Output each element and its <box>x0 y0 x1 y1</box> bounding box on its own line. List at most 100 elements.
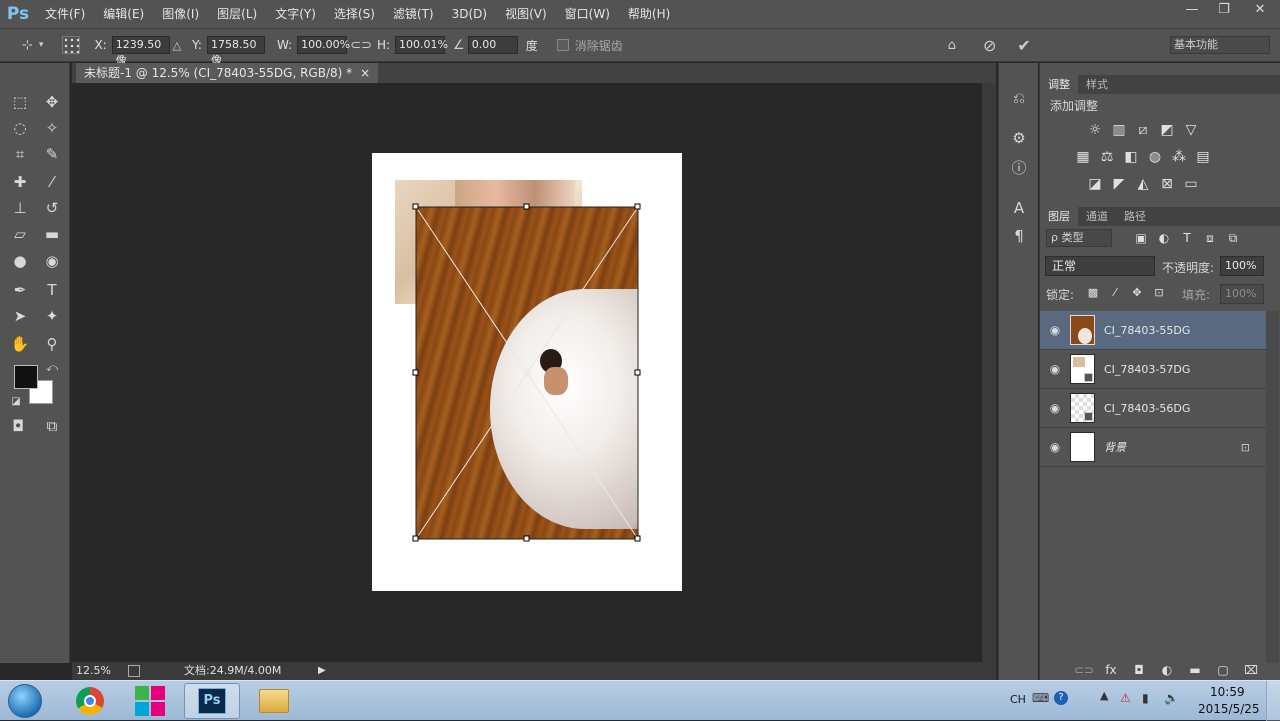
screen-mode-icon[interactable]: ⧉ <box>40 415 64 437</box>
layers-scrollbar[interactable] <box>1266 311 1279 663</box>
healing-icon[interactable]: ✚ <box>8 171 32 193</box>
color-lookup-icon[interactable]: ▤ <box>1194 148 1212 166</box>
commit-transform-icon[interactable]: ✔ <box>1017 36 1030 55</box>
path-select-icon[interactable]: ➤ <box>8 305 32 327</box>
delete-layer-icon[interactable]: ⌧ <box>1242 661 1260 679</box>
layer-style-icon[interactable]: fx <box>1102 661 1120 679</box>
zoom-icon[interactable]: ⚲ <box>40 333 64 355</box>
curves-icon[interactable]: ⧄ <box>1134 121 1152 139</box>
menu-file[interactable]: 文件(F) <box>36 0 94 28</box>
shape-icon[interactable]: ✦ <box>40 305 64 327</box>
explorer-taskbar-icon[interactable] <box>246 683 302 719</box>
canvas-area[interactable] <box>72 83 982 663</box>
lock-position-icon[interactable]: ✥ <box>1128 284 1146 302</box>
dodge-icon[interactable]: ◉ <box>40 250 64 272</box>
crop-icon[interactable]: ⌗ <box>8 143 32 165</box>
workspace-select[interactable]: 基本功能 <box>1170 36 1270 54</box>
filter-type-icon[interactable]: T <box>1178 229 1196 247</box>
link-icon[interactable]: ⊂⊃ <box>350 38 372 53</box>
visibility-eye-icon[interactable]: ◉ <box>1040 401 1070 415</box>
gradient-icon[interactable]: ▬ <box>40 223 64 245</box>
magic-wand-icon[interactable]: ✧ <box>40 117 64 139</box>
menu-window[interactable]: 窗口(W) <box>556 0 619 28</box>
fill-field[interactable]: 100% <box>1220 284 1264 304</box>
eyedropper-icon[interactable]: ✎ <box>40 143 64 165</box>
vibrance-icon[interactable]: ▽ <box>1182 121 1200 139</box>
zoom-level[interactable]: 12.5% <box>76 662 111 680</box>
minimize-button[interactable]: — <box>1176 0 1208 22</box>
menu-help[interactable]: 帮助(H) <box>619 0 679 28</box>
tab-channels[interactable]: 通道 <box>1078 207 1116 226</box>
signal-icon[interactable]: ▮ <box>1142 691 1149 705</box>
pen-icon[interactable]: ✒ <box>8 279 32 301</box>
blur-icon[interactable]: ● <box>8 250 32 272</box>
layer-filter-select[interactable]: ρ 类型 <box>1046 229 1112 247</box>
paragraph-icon[interactable]: ¶ <box>1007 225 1031 247</box>
foreground-color-swatch[interactable] <box>14 365 38 389</box>
gradient-map-icon[interactable]: ⊠ <box>1158 175 1176 193</box>
export-icon[interactable] <box>128 665 140 677</box>
color-balance-icon[interactable]: ⚖ <box>1098 148 1116 166</box>
opacity-field[interactable]: 100% <box>1220 256 1264 276</box>
y-field[interactable]: 1758.50 像 <box>206 36 265 67</box>
brush-icon[interactable]: ⁄ <box>40 171 64 193</box>
tab-layers[interactable]: 图层 <box>1040 207 1078 226</box>
start-button[interactable] <box>8 684 42 718</box>
blend-mode-select[interactable]: 正常 <box>1045 256 1155 276</box>
history-brush-icon[interactable]: ↺ <box>40 197 64 219</box>
new-adjustment-icon[interactable]: ◐ <box>1158 661 1176 679</box>
lock-transparent-icon[interactable]: ▩ <box>1084 284 1102 302</box>
width-field[interactable]: 100.00% <box>297 36 350 54</box>
filter-smart-icon[interactable]: ⧉ <box>1224 229 1242 247</box>
hue-saturation-icon[interactable]: ▦ <box>1074 148 1092 166</box>
show-desktop-button[interactable] <box>1266 681 1280 721</box>
add-mask-icon[interactable]: ◘ <box>1130 661 1148 679</box>
lock-image-icon[interactable]: ⁄ <box>1106 284 1124 302</box>
layer-row-55dg[interactable]: ◉ CI_78403-55DG <box>1040 311 1266 350</box>
menu-3d[interactable]: 3D(D) <box>443 0 496 28</box>
tool-preset-arrow-icon[interactable]: ▾ <box>39 40 44 50</box>
metro-app-taskbar-icon[interactable] <box>122 683 178 719</box>
help-icon[interactable]: ? <box>1054 691 1068 705</box>
properties-icon[interactable]: ⚙ <box>1007 127 1031 149</box>
layer-row-57dg[interactable]: ◉ CI_78403-57DG <box>1040 350 1266 389</box>
character-icon[interactable]: A <box>1007 197 1031 219</box>
transform-tool-icon[interactable]: ⊹ <box>22 38 33 53</box>
keyboard-icon[interactable]: ⌨ <box>1032 691 1049 705</box>
x-field[interactable]: 1239.50 像 <box>111 36 170 67</box>
tab-styles[interactable]: 样式 <box>1078 75 1116 94</box>
exposure-icon[interactable]: ◩ <box>1158 121 1176 139</box>
quick-mask-icon[interactable]: ◘ <box>6 415 30 437</box>
ime-indicator[interactable]: CH <box>1010 693 1026 706</box>
swap-colors-icon[interactable]: ⤺ <box>40 357 64 379</box>
tray-arrow-icon[interactable]: ▲ <box>1100 689 1108 702</box>
chrome-taskbar-icon[interactable] <box>62 683 118 719</box>
photo-filter-icon[interactable]: ◍ <box>1146 148 1164 166</box>
tab-paths[interactable]: 路径 <box>1116 207 1154 226</box>
tab-adjustments[interactable]: 调整 <box>1040 75 1078 94</box>
restore-button[interactable]: ❐ <box>1208 0 1240 22</box>
threshold-icon[interactable]: ◭ <box>1134 175 1152 193</box>
hand-icon[interactable]: ✋ <box>8 333 32 355</box>
channel-mixer-icon[interactable]: ⁂ <box>1170 148 1188 166</box>
network-warning-icon[interactable]: ⚠ <box>1120 691 1131 705</box>
cancel-transform-icon[interactable]: ⊘ <box>983 36 996 55</box>
black-white-icon[interactable]: ◧ <box>1122 148 1140 166</box>
lasso-icon[interactable]: ◌ <box>8 117 32 139</box>
status-menu-arrow-icon[interactable]: ▶ <box>318 662 326 680</box>
selective-color-icon[interactable]: ▭ <box>1182 175 1200 193</box>
clock-time[interactable]: 10:59 <box>1210 685 1245 699</box>
default-colors-icon[interactable]: ◪ <box>4 391 28 413</box>
link-layers-icon[interactable]: ⊂⊃ <box>1074 661 1094 679</box>
photoshop-taskbar-icon[interactable]: Ps <box>184 683 240 719</box>
brightness-icon[interactable]: ☼ <box>1086 121 1104 139</box>
vertical-scrollbar[interactable] <box>982 83 996 662</box>
history-icon[interactable]: ⎌ <box>1007 87 1031 109</box>
info-icon[interactable]: ⓘ <box>1007 157 1031 179</box>
filter-pixel-icon[interactable]: ▣ <box>1132 229 1150 247</box>
levels-icon[interactable]: ▥ <box>1110 121 1128 139</box>
filter-shape-icon[interactable]: ⧈ <box>1201 229 1219 247</box>
new-layer-icon[interactable]: ▢ <box>1214 661 1232 679</box>
document-tab[interactable]: 未标题-1 @ 12.5% (CI_78403-55DG, RGB/8) * × <box>76 63 379 83</box>
height-field[interactable]: 100.01% <box>395 36 448 54</box>
